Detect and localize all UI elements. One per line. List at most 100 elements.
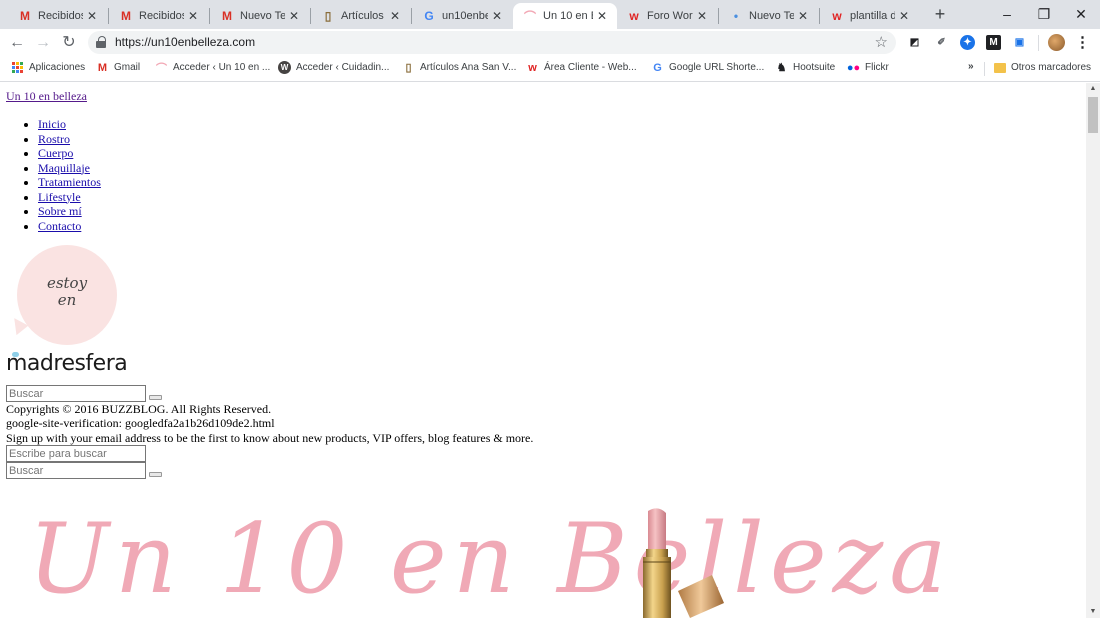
lock-icon [96,36,106,48]
scroll-up-arrow-icon[interactable]: ▲ [1086,83,1100,95]
tab-title: Artículos A [341,10,386,22]
bookmark-acceder-un10[interactable]: ⌒ Acceder ‹ Un 10 en ... [155,61,271,75]
badge-bubble: estoy en [17,245,117,345]
tab-un10-active[interactable]: ⌒ Un 10 en B ✕ [513,3,617,29]
google-icon: G [424,9,434,23]
menu-link-inicio[interactable]: Inicio [38,117,66,131]
close-tab-icon[interactable]: ✕ [188,9,200,23]
tab-title: Un 10 en B [543,10,593,22]
close-tab-icon[interactable]: ✕ [697,9,709,23]
gmail-icon: M [20,9,30,23]
menu-item: Maquillaje [38,161,101,176]
hero-banner: Un 10 en Belleza [0,503,1086,618]
tab-title: Recibidos - [139,10,184,22]
bookmark-area-cliente[interactable]: w Área Cliente - Web... [526,61,637,74]
bookmark-hootsuite[interactable]: ♞ Hootsuite [775,61,836,74]
badge-line-1: estoy [46,274,88,292]
extension-flag-icon[interactable]: ◩ [907,35,922,50]
menu-link-sobre-mi[interactable]: Sobre mí [38,204,82,218]
reload-icon[interactable]: ↻ [58,32,80,54]
extension-pen-icon[interactable]: ✐ [934,35,949,50]
extension-screen-icon[interactable]: ▣ [1012,35,1027,50]
document-icon: ▯ [405,62,412,74]
bookmark-google-url[interactable]: G Google URL Shorte... [651,61,764,74]
bookmark-label: Aplicaciones [29,62,86,73]
bookmark-apps[interactable]: Aplicaciones [11,61,85,74]
close-tab-icon[interactable]: ✕ [798,9,810,23]
bookmark-gmail[interactable]: M Gmail [96,61,140,74]
tab-title: Nuevo Tem [749,10,794,22]
back-arrow-icon[interactable]: ← [6,32,28,54]
close-tab-icon[interactable]: ✕ [289,9,301,23]
menu-link-tratamientos[interactable]: Tratamientos [38,175,101,189]
scroll-down-arrow-icon[interactable]: ▼ [1086,606,1100,618]
tab-nuevo-test[interactable]: M Nuevo Test ✕ [210,3,309,29]
forward-arrow-icon[interactable]: → [32,32,54,54]
extension-sync-icon[interactable]: ✦ [960,35,975,50]
close-tab-icon[interactable]: ✕ [87,9,99,23]
apps-icon [11,61,24,74]
tab-un10enbell[interactable]: G un10enbell ✕ [412,3,512,29]
web-page: Un 10 en belleza Inicio Rostro Cuerpo Ma… [0,83,1086,618]
bookmark-label: Área Cliente - Web... [544,62,637,73]
madresfera-logo: madresfera [6,351,128,376]
menu-link-cuerpo[interactable]: Cuerpo [38,146,73,160]
wix-icon: w [629,9,639,23]
close-tab-icon[interactable]: ✕ [390,9,402,23]
tab-recibidos-1[interactable]: M Recibidos - ✕ [8,3,107,29]
close-tab-icon[interactable]: ✕ [899,9,911,23]
bookmarks-separator [984,62,985,76]
menu-link-maquillaje[interactable]: Maquillaje [38,161,90,175]
copyright-text: Copyrights © 2016 BUZZBLOG. All Rights R… [6,402,272,416]
tab-recibidos-2[interactable]: M Recibidos - ✕ [109,3,208,29]
tab-plantilla[interactable]: w plantilla de ✕ [820,3,919,29]
tab-articulos[interactable]: ▯ Artículos A ✕ [311,3,410,29]
menu-link-lifestyle[interactable]: Lifestyle [38,190,81,204]
bookmark-articulos[interactable]: ▯ Artículos Ana San V... [402,61,516,74]
site-icon: ⌒ [523,9,536,24]
site-title-link[interactable]: Un 10 en belleza [6,89,87,104]
search-input[interactable] [6,385,146,402]
extension-medium-icon[interactable]: M [986,35,1001,50]
menu-link-contacto[interactable]: Contacto [38,219,81,233]
scroll-thumb[interactable] [1088,97,1098,133]
other-bookmarks[interactable]: Otros marcadores [993,61,1091,74]
bookmark-label: Acceder ‹ Un 10 en ... [173,62,271,73]
menu-item: Inicio [38,117,101,132]
gmail-icon: M [121,9,131,23]
bookmark-acceder-cuidadin[interactable]: W Acceder ‹ Cuidadin... [278,61,389,74]
tab-title: Recibidos - [38,10,83,22]
bookmarks-overflow-button[interactable]: » [968,61,974,72]
search-submit-button[interactable] [149,395,162,400]
more-menu-icon[interactable]: ⋮ [1075,32,1090,54]
main-menu: Inicio Rostro Cuerpo Maquillaje Tratamie… [20,117,101,233]
close-tab-icon[interactable]: ✕ [492,9,504,23]
close-tab-icon[interactable]: ✕ [597,9,609,23]
new-tab-button[interactable]: + [930,4,950,24]
close-window-button[interactable]: ✕ [1064,2,1098,26]
bookmark-label: Artículos Ana San V... [420,62,517,73]
tab-title: Nuevo Test [240,10,285,22]
tab-strip: M Recibidos - ✕ M Recibidos - ✕ M Nuevo … [0,0,1100,29]
menu-link-rostro[interactable]: Rostro [38,132,70,146]
search-submit-button-2[interactable] [149,472,162,477]
badge-line-2: en [57,291,77,309]
tab-foro-word[interactable]: w Foro Word ✕ [617,3,717,29]
email-field[interactable] [6,445,146,462]
tab-nuevo-tem[interactable]: • Nuevo Tem ✕ [719,3,818,29]
menu-item: Cuerpo [38,146,101,161]
browser-toolbar: ← → ↻ https://un10enbelleza.com ☆ ◩ ✐ ✦ … [0,29,1100,56]
search-input-2[interactable] [6,462,146,479]
bookmark-flickr[interactable]: ● ● Flickr [847,61,889,74]
tab-title: plantilla de [850,10,895,22]
hootsuite-icon: ♞ [776,62,787,74]
url-text[interactable]: https://un10enbelleza.com [115,35,255,49]
minimize-button[interactable]: – [990,2,1024,26]
page-scrollbar[interactable]: ▲ ▼ [1086,83,1100,618]
bookmark-star-icon[interactable]: ☆ [875,33,888,51]
bookmark-label: Google URL Shorte... [669,62,765,73]
restore-button[interactable]: ❐ [1027,2,1061,26]
address-bar[interactable]: https://un10enbelleza.com ☆ [88,31,896,54]
profile-avatar[interactable] [1048,34,1065,51]
site-icon: ⌒ [156,62,167,75]
